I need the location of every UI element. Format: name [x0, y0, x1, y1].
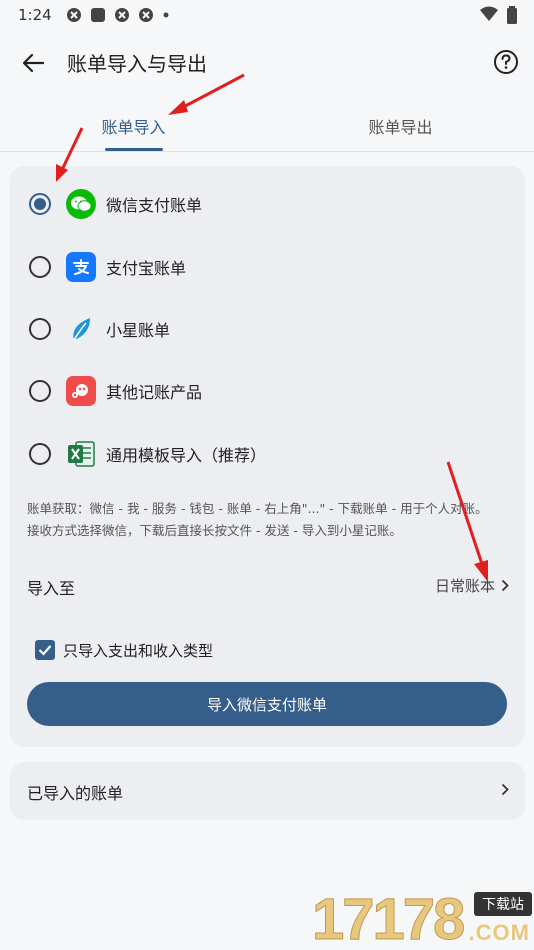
source-label: 微信支付账单 — [106, 196, 203, 215]
battery-icon — [507, 6, 517, 24]
app-notification-icon — [66, 8, 81, 22]
watermark-number: 17178 — [311, 887, 465, 950]
watermark-badge: 下载站 — [474, 892, 532, 916]
page-title: 账单导入与导出 — [67, 52, 207, 76]
filter-option-label: 只导入支出和收入类型 — [63, 642, 214, 660]
other-app-icon — [66, 376, 96, 406]
chevron-right-icon — [501, 579, 509, 592]
import-instructions: 账单获取：微信 - 我 - 服务 - 钱包 - 账单 - 右上角"..." - … — [27, 498, 517, 542]
wifi-icon — [480, 6, 498, 21]
leaf-icon — [66, 314, 96, 344]
source-option-wechat[interactable]: 微信支付账单 — [10, 174, 525, 234]
source-label: 小星账单 — [106, 321, 171, 340]
tab-indicator — [105, 148, 163, 151]
alipay-icon — [66, 252, 96, 282]
instruction-line: 接收方式选择微信，下载后直接长按文件 - 发送 - 导入到小星记账。 — [27, 523, 402, 538]
chevron-right-icon — [501, 783, 509, 796]
excel-icon — [66, 439, 96, 469]
instruction-line: 账单获取：微信 - 我 - 服务 - 钱包 - 账单 - 右上角"..." - … — [27, 501, 488, 516]
imported-bills-row[interactable]: 已导入的账单 — [10, 762, 525, 820]
source-label: 通用模板导入（推荐） — [106, 446, 267, 465]
checkbox-checked[interactable] — [35, 640, 55, 660]
arrow-left-icon — [22, 53, 44, 73]
tab-import[interactable]: 账单导入 — [0, 100, 267, 152]
app-notification-icon — [138, 8, 153, 22]
check-icon — [38, 645, 52, 656]
source-label: 支付宝账单 — [106, 259, 187, 278]
site-watermark: 17178 下载站 .COM — [311, 887, 534, 950]
status-bar: 1:24 — [0, 0, 534, 30]
source-label: 其他记账产品 — [106, 383, 203, 402]
import-to-value: 日常账本 — [434, 577, 495, 595]
source-option-other[interactable]: 其他记账产品 — [10, 361, 525, 421]
app-notification-icon — [114, 8, 129, 22]
tab-export[interactable]: 账单导出 — [267, 100, 534, 152]
source-option-template[interactable]: 通用模板导入（推荐） — [10, 424, 525, 484]
wechat-icon — [66, 189, 96, 219]
dot-icon — [163, 12, 169, 18]
back-button[interactable] — [16, 46, 50, 80]
watermark-suffix: .COM — [468, 920, 530, 945]
import-to-label: 导入至 — [27, 579, 76, 598]
tab-bar: 账单导入 账单导出 — [0, 100, 534, 152]
question-circle-icon — [494, 50, 518, 74]
radio-unselected[interactable] — [29, 256, 51, 278]
help-button[interactable] — [492, 48, 520, 76]
import-button[interactable]: 导入微信支付账单 — [27, 682, 507, 726]
radio-selected[interactable] — [29, 193, 51, 215]
import-card: 微信支付账单 支付宝账单 小星账单 其他记账产品 通用模板导入（推荐） 账单获取… — [10, 166, 525, 747]
source-option-alipay[interactable]: 支付宝账单 — [10, 237, 525, 297]
filter-option-row[interactable]: 只导入支出和收入类型 — [10, 636, 525, 666]
import-destination-row[interactable]: 导入至 日常账本 — [10, 562, 525, 612]
square-icon — [90, 8, 105, 22]
radio-unselected[interactable] — [29, 318, 51, 340]
imported-bills-label: 已导入的账单 — [27, 784, 124, 803]
status-time: 1:24 — [18, 6, 52, 24]
radio-unselected[interactable] — [29, 443, 51, 465]
radio-unselected[interactable] — [29, 380, 51, 402]
app-bar: 账单导入与导出 — [0, 38, 534, 88]
source-option-xiaoxing[interactable]: 小星账单 — [10, 299, 525, 359]
